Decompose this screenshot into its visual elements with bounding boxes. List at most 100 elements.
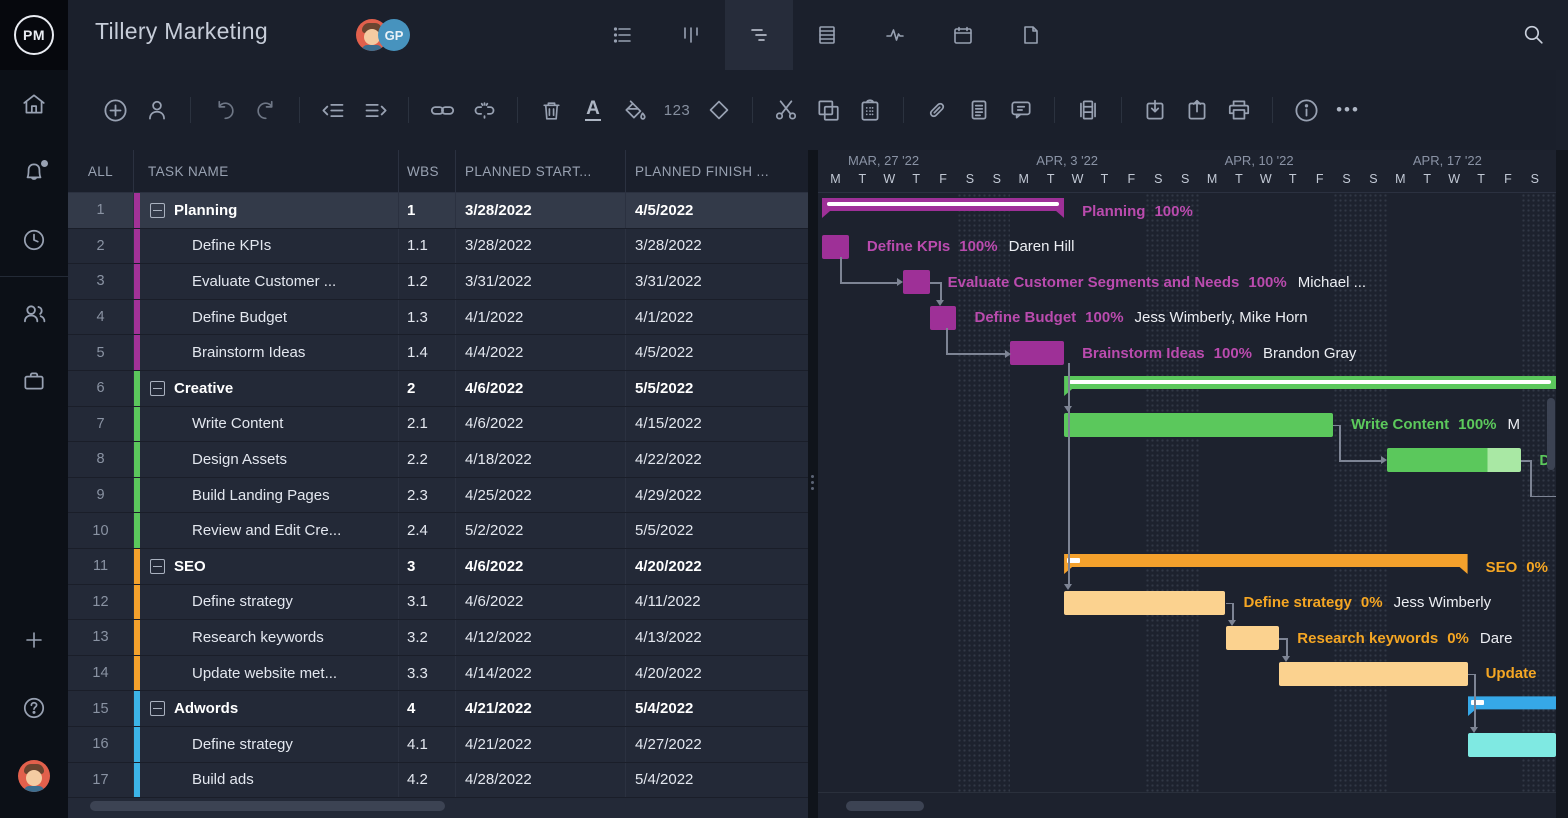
collapse-toggle-icon[interactable] <box>150 203 165 218</box>
dependency-line <box>840 257 842 283</box>
task-bar-define-kpis[interactable] <box>822 235 849 259</box>
indent-button[interactable] <box>355 90 395 130</box>
outdent-button[interactable] <box>313 90 353 130</box>
sidebar-item-portfolio[interactable] <box>0 347 68 415</box>
sidebar-user-avatar[interactable] <box>0 742 68 810</box>
link-button[interactable] <box>422 90 462 130</box>
search-button[interactable] <box>1521 22 1546 52</box>
table-row[interactable]: 9Build Landing Pages2.34/25/20224/29/202… <box>68 478 808 514</box>
table-row[interactable]: 17Build ads4.24/28/20225/4/2022 <box>68 763 808 799</box>
milestone-button[interactable] <box>699 90 739 130</box>
paste-button[interactable] <box>850 90 890 130</box>
sidebar-help-button[interactable] <box>0 674 68 742</box>
table-row[interactable]: 15Adwords44/21/20225/4/2022 <box>68 691 808 727</box>
more-button[interactable]: ••• <box>1328 90 1368 130</box>
cut-button[interactable] <box>766 90 806 130</box>
toolbar-divider <box>190 97 191 123</box>
task-bar-brainstorm-ideas[interactable] <box>1010 341 1064 365</box>
column-header-planned-start[interactable]: PLANNED START... <box>455 150 625 192</box>
attachment-icon <box>924 97 950 123</box>
summary-bar-row6[interactable] <box>1064 376 1556 396</box>
toolbar-divider <box>903 97 904 123</box>
planned-start-cell: 4/4/2022 <box>455 335 625 370</box>
task-bar-research-keywords[interactable] <box>1226 626 1280 650</box>
unlink-button[interactable] <box>464 90 504 130</box>
collapse-toggle-icon[interactable] <box>150 559 165 574</box>
delete-button[interactable] <box>531 90 571 130</box>
table-row[interactable]: 7Write Content2.14/6/20224/15/2022 <box>68 407 808 443</box>
table-row[interactable]: 14Update website met...3.34/14/20224/20/… <box>68 656 808 692</box>
collapse-toggle-icon[interactable] <box>150 381 165 396</box>
bar-label: Research keywords0%Dare <box>1297 626 1512 650</box>
table-horizontal-scrollbar[interactable] <box>90 801 445 811</box>
table-row[interactable]: 11SEO34/6/20224/20/2022 <box>68 549 808 585</box>
gantt-horizontal-scrollbar[interactable] <box>846 801 924 811</box>
table-row[interactable]: 13Research keywords3.24/12/20224/13/2022 <box>68 620 808 656</box>
copy-button[interactable] <box>808 90 848 130</box>
table-row[interactable]: 8Design Assets2.24/18/20224/22/2022 <box>68 442 808 478</box>
task-color-strip <box>134 407 140 442</box>
tab-gantt-view[interactable] <box>725 0 793 70</box>
column-header-planned-finish[interactable]: PLANNED FINISH ... <box>625 150 808 192</box>
assign-button[interactable] <box>137 90 177 130</box>
attachment-button[interactable] <box>917 90 957 130</box>
sidebar-add-button[interactable] <box>0 606 68 674</box>
tab-calendar-view[interactable] <box>929 0 997 70</box>
task-bar-update[interactable] <box>1279 662 1467 686</box>
table-row[interactable]: 1Planning13/28/20224/5/2022 <box>68 193 808 229</box>
sidebar-item-recent[interactable] <box>0 206 68 274</box>
planned-start-cell: 4/12/2022 <box>455 620 625 655</box>
project-members[interactable]: GP <box>356 19 410 51</box>
planned-finish-cell: 4/20/2022 <box>625 549 808 584</box>
task-bar-write-content[interactable] <box>1064 413 1333 437</box>
row-number: 7 <box>68 407 133 442</box>
import-button[interactable] <box>1135 90 1175 130</box>
summary-bar-planning[interactable] <box>822 198 1064 218</box>
add-task-button[interactable] <box>95 90 135 130</box>
tab-board-view[interactable] <box>657 0 725 70</box>
table-row[interactable]: 16Define strategy4.14/21/20224/27/2022 <box>68 727 808 763</box>
tab-sheet-view[interactable] <box>793 0 861 70</box>
gantt-vertical-scrollbar[interactable] <box>1547 398 1555 470</box>
sidebar-item-notifications[interactable] <box>0 138 68 206</box>
notes-button[interactable] <box>959 90 999 130</box>
column-header-task-name[interactable]: TASK NAME <box>133 150 398 192</box>
task-bar-row16[interactable] <box>1468 733 1556 757</box>
summary-bar-seo[interactable] <box>1064 554 1468 574</box>
column-header-all[interactable]: ALL <box>68 164 133 179</box>
table-row[interactable]: 10Review and Edit Cre...2.45/2/20225/5/2… <box>68 513 808 549</box>
task-bar-define-budget[interactable] <box>930 306 957 330</box>
table-row[interactable]: 4Define Budget1.34/1/20224/1/2022 <box>68 300 808 336</box>
numbers-button[interactable]: 123 <box>657 90 697 130</box>
collapse-toggle-icon[interactable] <box>150 701 165 716</box>
panel-splitter[interactable] <box>808 150 818 818</box>
info-button[interactable] <box>1286 90 1326 130</box>
redo-button[interactable] <box>246 90 286 130</box>
undo-button[interactable] <box>204 90 244 130</box>
tab-workflow-view[interactable] <box>861 0 929 70</box>
sidebar-item-team[interactable] <box>0 279 68 347</box>
task-bar-d[interactable] <box>1387 448 1522 472</box>
task-bar-evaluate-customer-segments-and-needs[interactable] <box>903 270 930 294</box>
tab-docs-view[interactable] <box>997 0 1065 70</box>
notification-dot <box>41 160 48 167</box>
day-letter: F <box>930 172 957 186</box>
font-color-button[interactable]: A <box>573 90 613 130</box>
column-header-wbs[interactable]: WBS <box>398 150 455 192</box>
app-logo[interactable]: PM <box>0 0 68 70</box>
sidebar-item-home[interactable] <box>0 70 68 138</box>
comment-button[interactable] <box>1001 90 1041 130</box>
table-row[interactable]: 3Evaluate Customer ...1.23/31/20223/31/2… <box>68 264 808 300</box>
tab-list-view[interactable] <box>589 0 657 70</box>
week-label: APR, 10 '22 <box>1225 153 1294 168</box>
fill-color-button[interactable] <box>615 90 655 130</box>
day-letter: T <box>1414 172 1441 186</box>
columns-button[interactable] <box>1068 90 1108 130</box>
table-row[interactable]: 12Define strategy3.14/6/20224/11/2022 <box>68 585 808 621</box>
task-bar-define-strategy[interactable] <box>1064 591 1225 615</box>
table-row[interactable]: 5Brainstorm Ideas1.44/4/20224/5/2022 <box>68 335 808 371</box>
table-row[interactable]: 2Define KPIs1.13/28/20223/28/2022 <box>68 229 808 265</box>
print-button[interactable] <box>1219 90 1259 130</box>
table-row[interactable]: 6Creative24/6/20225/5/2022 <box>68 371 808 407</box>
export-button[interactable] <box>1177 90 1217 130</box>
